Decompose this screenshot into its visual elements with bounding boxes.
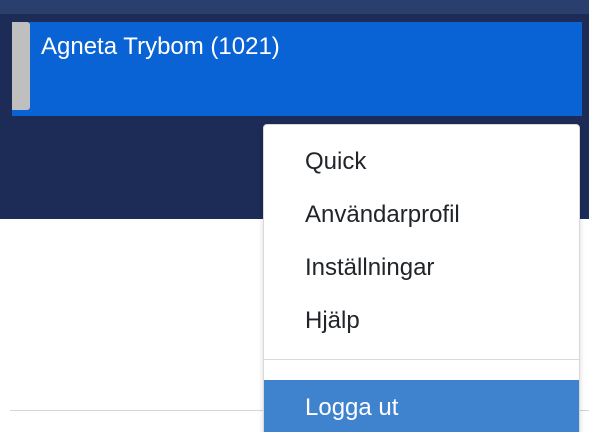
top-strip	[0, 0, 589, 14]
user-dropdown-menu: Quick Användarprofil Inställningar Hjälp…	[263, 124, 580, 432]
logout-menu-item[interactable]: Logga ut	[264, 380, 579, 432]
menu-item-user-profile[interactable]: Användarprofil	[264, 189, 579, 241]
user-name-label: Agneta Trybom (1021)	[41, 33, 280, 60]
menu-item-help[interactable]: Hjälp	[264, 295, 579, 347]
menu-divider	[264, 359, 579, 360]
user-menu-button[interactable]: Agneta Trybom (1021)	[12, 22, 582, 116]
user-card-handle	[12, 22, 30, 110]
menu-item-quick[interactable]: Quick	[264, 136, 579, 188]
page: Agneta Trybom (1021) Quick Användarprofi…	[0, 0, 589, 432]
menu-item-settings[interactable]: Inställningar	[264, 242, 579, 294]
